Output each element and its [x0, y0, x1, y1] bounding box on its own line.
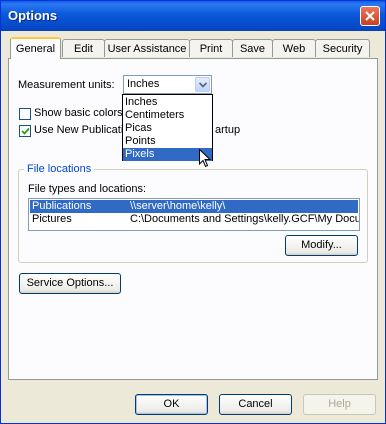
file-types-label: File types and locations:: [28, 183, 147, 195]
units-option-centimeters[interactable]: Centimeters: [123, 109, 212, 122]
file-locations-list[interactable]: Publications \\server\home\kelly\ Pictur…: [28, 198, 360, 231]
tab-print[interactable]: Print: [189, 39, 233, 57]
units-option-picas[interactable]: Picas: [123, 122, 212, 135]
mouse-pointer-icon: [199, 148, 212, 171]
use-new-publication-checkbox[interactable]: [19, 125, 31, 137]
ok-button[interactable]: OK: [135, 394, 208, 415]
tab-security[interactable]: Security: [315, 39, 370, 57]
dropdown-button[interactable]: [195, 77, 210, 92]
tab-edit[interactable]: Edit: [62, 39, 105, 57]
list-item[interactable]: Publications \\server\home\kelly\: [30, 200, 358, 213]
measurement-units-value: Inches: [127, 78, 160, 90]
file-locations-title: File locations: [24, 163, 95, 175]
window-title: Options: [8, 8, 58, 23]
measurement-units-label: Measurement units:: [18, 79, 115, 91]
cancel-button[interactable]: Cancel: [219, 394, 292, 415]
use-new-publication-label: Use New Publicatio: [34, 124, 130, 136]
tab-save[interactable]: Save: [232, 39, 273, 57]
units-option-inches[interactable]: Inches: [123, 96, 212, 109]
tab-web[interactable]: Web: [272, 39, 316, 57]
list-item[interactable]: Pictures C:\Documents and Settings\kelly…: [30, 213, 360, 226]
show-basic-colors-label: Show basic colors i: [34, 107, 129, 119]
options-dialog: Options General Edit User Assistance Pri…: [0, 0, 386, 424]
close-button[interactable]: [360, 6, 380, 26]
modify-button[interactable]: Modify...: [285, 235, 358, 256]
units-option-points[interactable]: Points: [123, 135, 212, 148]
tab-user-assistance[interactable]: User Assistance: [104, 39, 190, 57]
title-bar[interactable]: Options: [1, 1, 385, 31]
service-options-button[interactable]: Service Options...: [19, 273, 121, 294]
show-basic-colors-checkbox[interactable]: [19, 108, 31, 120]
use-new-publication-label-suffix: artup: [215, 124, 241, 136]
measurement-units-select[interactable]: Inches: [123, 75, 212, 94]
help-button[interactable]: Help: [303, 394, 376, 415]
file-location: C:\Documents and Settings\kelly.GCF\My D…: [130, 213, 360, 225]
tab-strip: General Edit User Assistance Print Save …: [8, 37, 378, 59]
file-type: Pictures: [32, 213, 72, 225]
file-type: Publications: [32, 200, 92, 212]
file-location: \\server\home\kelly\: [130, 200, 226, 212]
tab-general[interactable]: General: [10, 37, 61, 59]
